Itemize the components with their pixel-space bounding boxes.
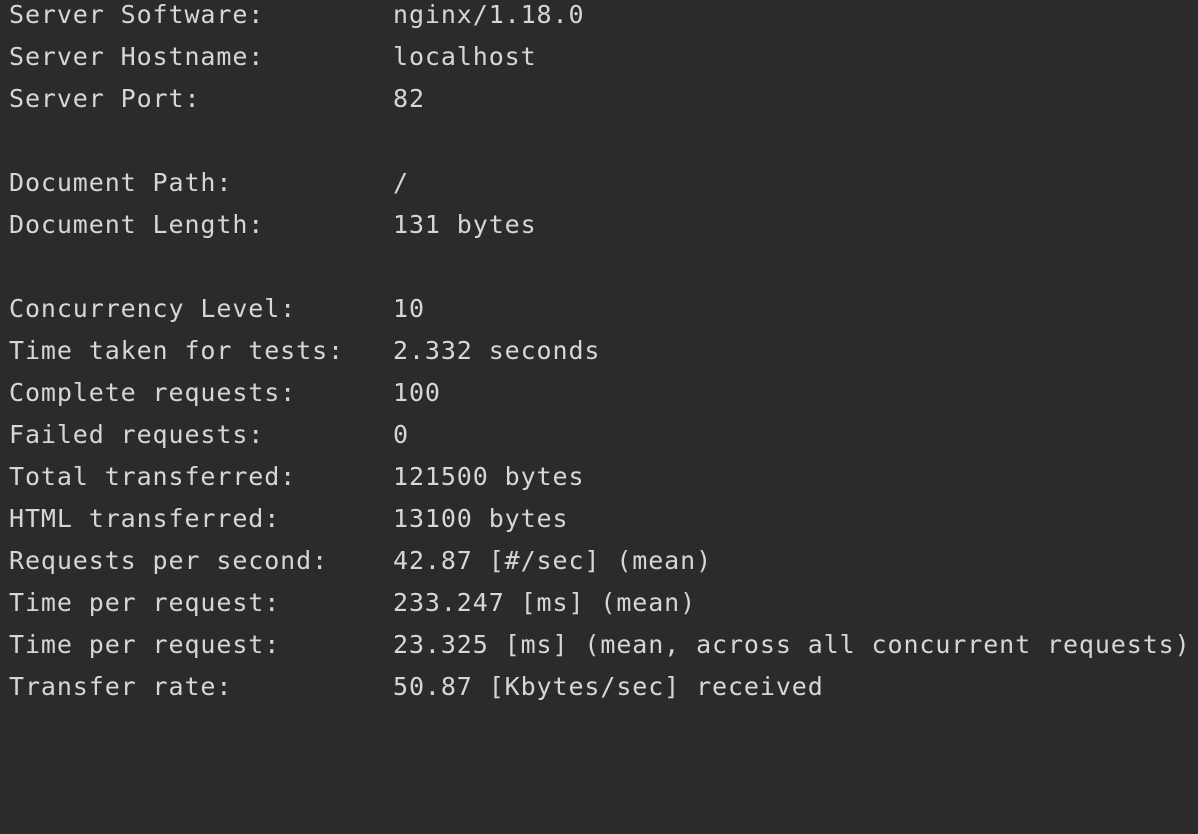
field-value: nginx/1.18.0 [393,0,585,29]
field-value: 121500 bytes [393,462,585,491]
field-value: 0 [393,420,409,449]
field-label: Requests per second: [9,546,329,575]
field-label: Server Hostname: [9,42,265,71]
field-value: localhost [393,42,537,71]
terminal-output: Server Software: nginx/1.18.0 Server Hos… [0,0,1198,720]
output-line-time-per-request-mean: Time per request: 233.247 [ms] (mean) [9,582,695,624]
field-label: Transfer rate: [9,672,233,701]
output-line-time-taken: Time taken for tests: 2.332 seconds [9,330,599,372]
field-label: Complete requests: [9,378,297,407]
output-line-total-transferred: Total transferred: 121500 bytes [9,456,584,498]
field-label: Time per request: [9,630,281,659]
field-label: Concurrency Level: [9,294,297,323]
field-value: 233.247 [ms] (mean) [393,588,697,617]
field-value: 82 [393,84,425,113]
field-label: Failed requests: [9,420,265,449]
field-value: 131 bytes [393,210,537,239]
field-value: 100 [393,378,441,407]
output-line-document-length: Document Length: 131 bytes [9,204,536,246]
field-label: Server Software: [9,0,265,29]
output-line-server-port: Server Port: 82 [9,78,424,120]
field-value: 10 [393,294,425,323]
field-label: HTML transferred: [9,504,281,533]
field-value: 13100 bytes [393,504,569,533]
output-line-server-software: Server Software: nginx/1.18.0 [9,0,584,36]
field-value: 2.332 seconds [393,336,601,365]
field-value: 23.325 [ms] (mean, across all concurrent… [393,630,1191,659]
field-label: Time taken for tests: [9,336,344,365]
field-label: Document Path: [9,168,233,197]
field-label: Total transferred: [9,462,297,491]
output-line-transfer-rate: Transfer rate: 50.87 [Kbytes/sec] receiv… [9,666,823,708]
output-line-html-transferred: HTML transferred: 13100 bytes [9,498,568,540]
output-line-failed-requests: Failed requests: 0 [9,414,408,456]
output-line-server-hostname: Server Hostname: localhost [9,36,536,78]
field-label: Server Port: [9,84,201,113]
output-line-complete-requests: Complete requests: 100 [9,372,440,414]
output-line-document-path: Document Path: / [9,162,408,204]
field-label: Document Length: [9,210,265,239]
output-line-concurrency-level: Concurrency Level: 10 [9,288,424,330]
field-value: 50.87 [Kbytes/sec] received [393,672,824,701]
field-value: / [393,168,409,197]
field-label: Time per request: [9,588,281,617]
output-line-requests-per-second: Requests per second: 42.87 [#/sec] (mean… [9,540,711,582]
output-line-time-per-request-concurrent: Time per request: 23.325 [ms] (mean, acr… [9,624,1190,666]
field-value: 42.87 [#/sec] (mean) [393,546,713,575]
